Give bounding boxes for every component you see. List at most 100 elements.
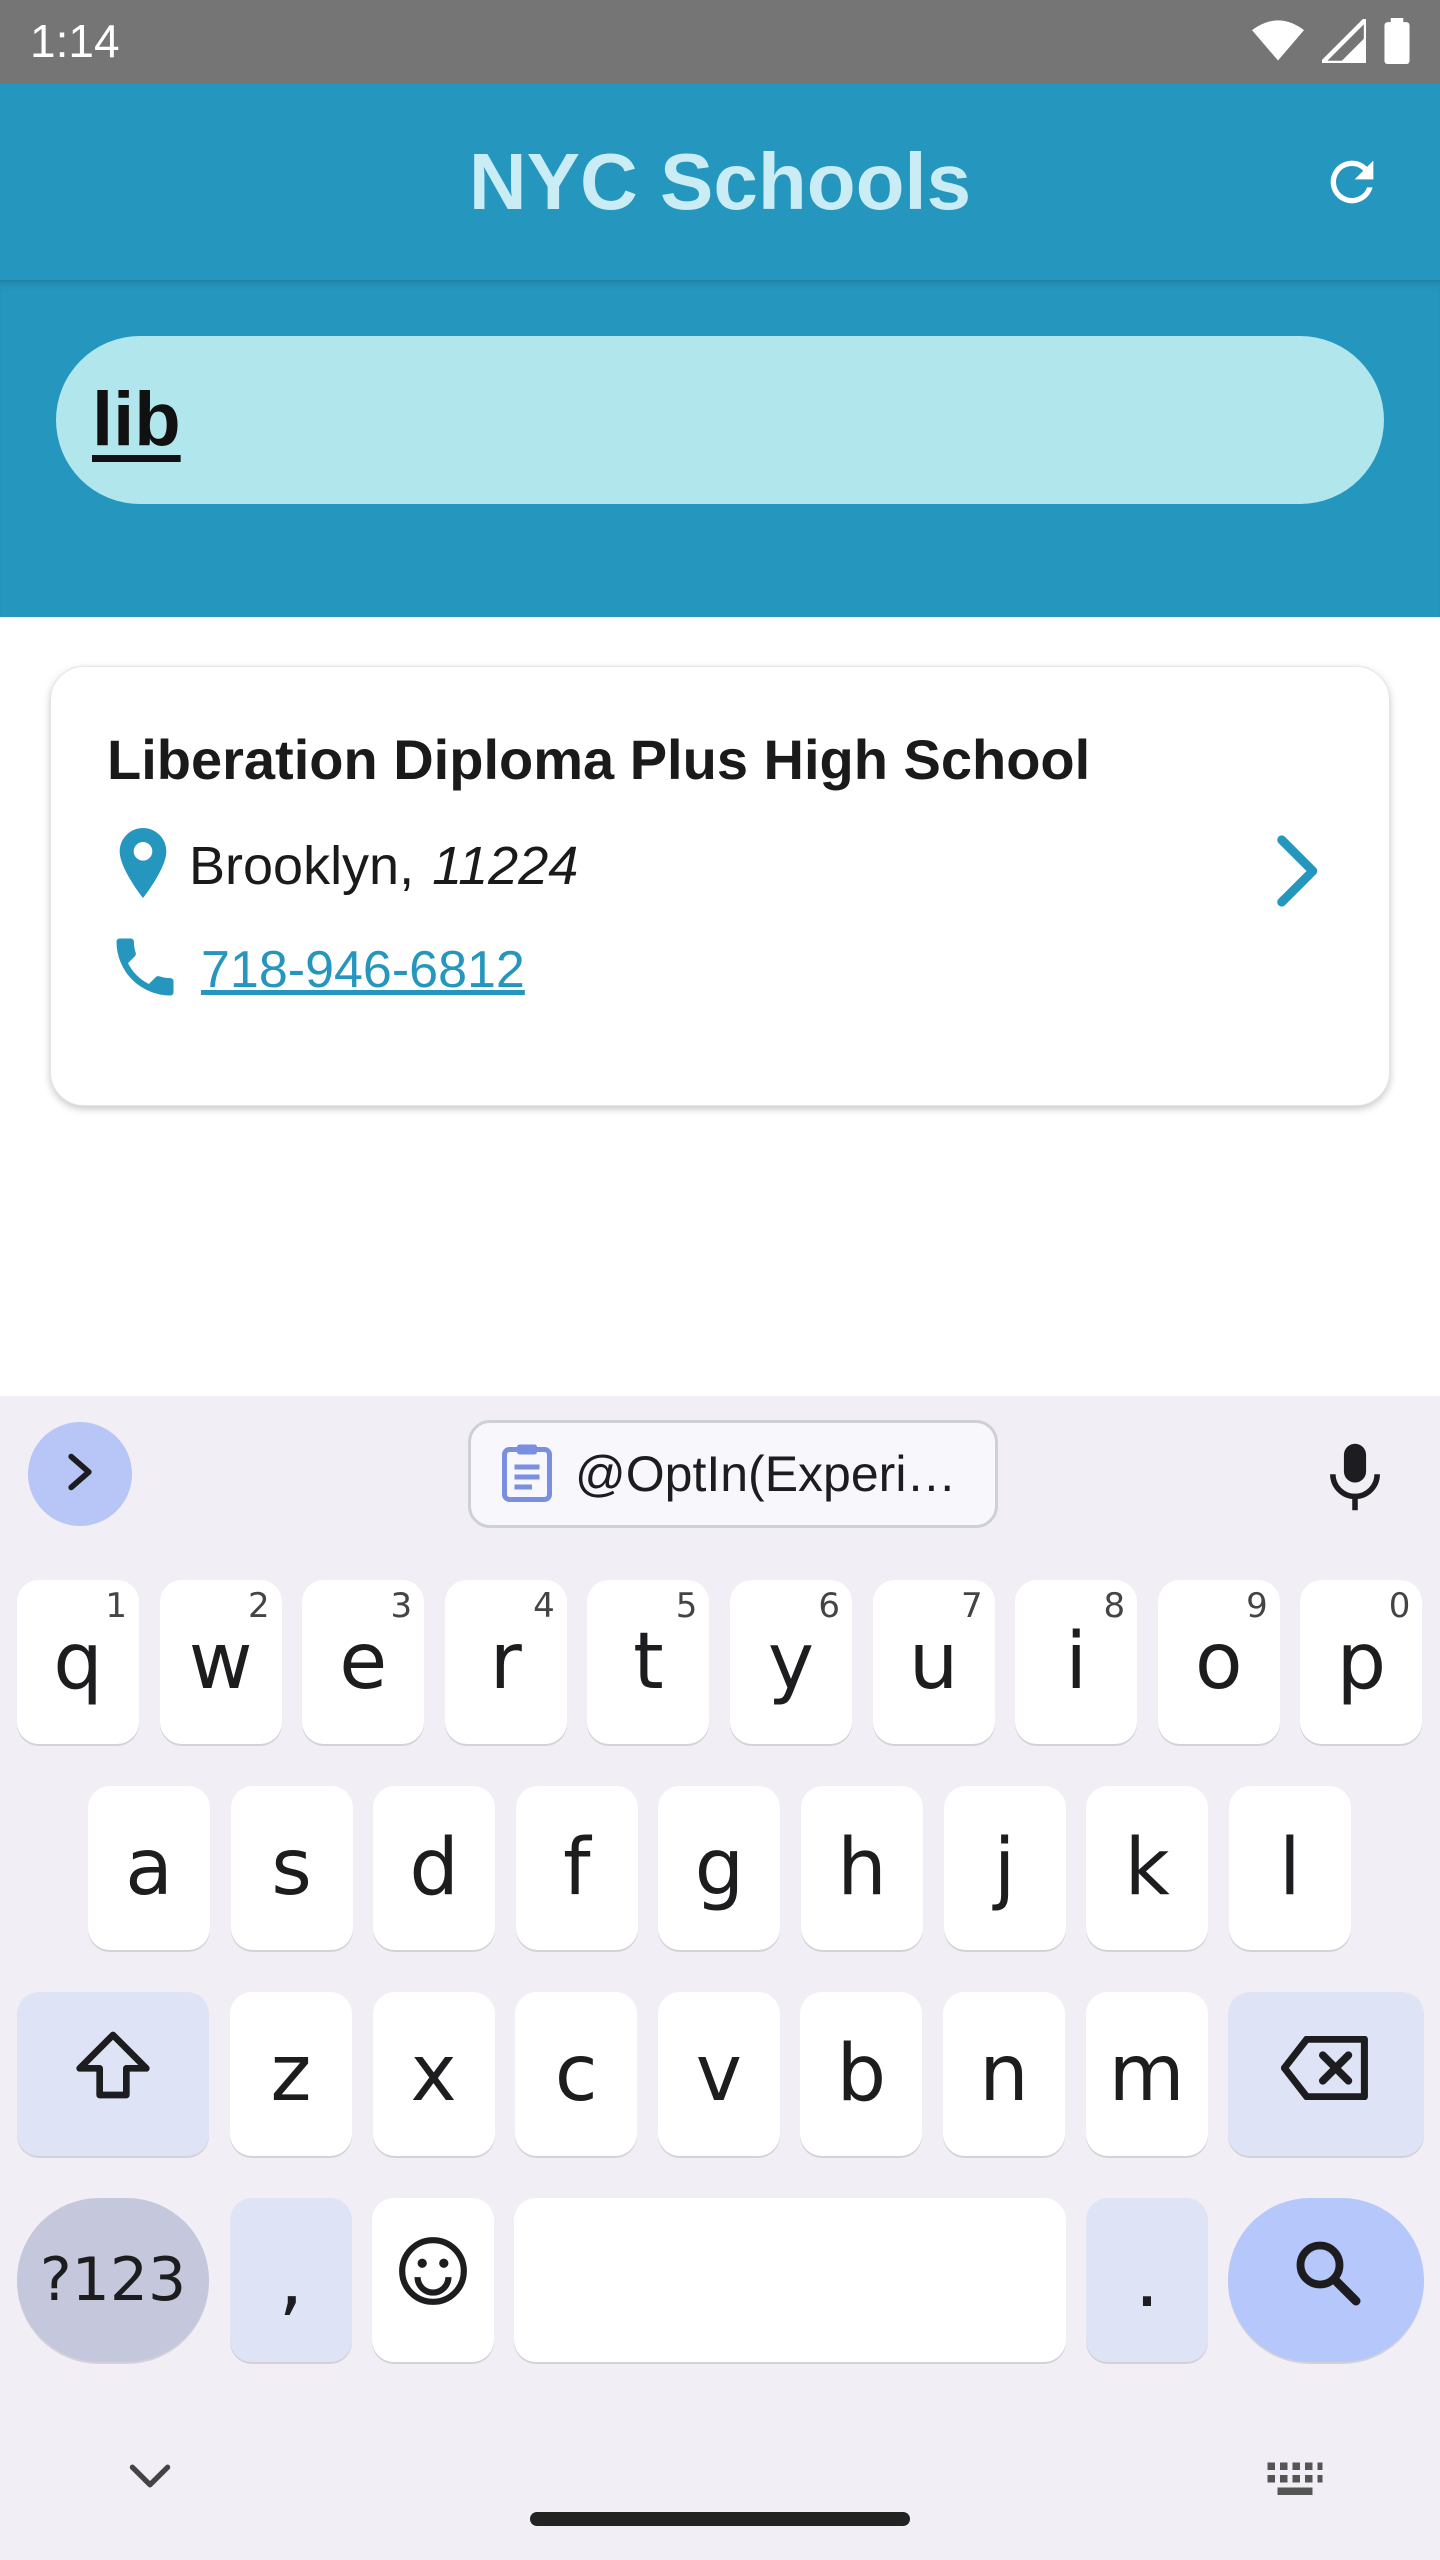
keyboard-expand-button[interactable] <box>28 1422 132 1526</box>
location-pin-icon <box>115 827 171 904</box>
key-u[interactable]: u7 <box>872 1580 995 1744</box>
key-s[interactable]: s <box>230 1786 353 1950</box>
comma-key-label: , <box>278 2235 304 2325</box>
key-t-label: t <box>633 1617 664 1707</box>
battery-icon <box>1384 18 1410 69</box>
key-p-hint: 0 <box>1388 1586 1411 1626</box>
key-d-label: d <box>409 1823 459 1913</box>
key-p[interactable]: p0 <box>1300 1580 1423 1744</box>
search-icon <box>1290 2235 1362 2326</box>
keyboard-expand-icon <box>62 1450 98 1499</box>
signal-icon <box>1316 13 1369 68</box>
keyboard-switch-button[interactable] <box>1250 2452 1340 2512</box>
symbols-key[interactable]: ?123 <box>17 2198 209 2362</box>
search-input-text: lib <box>92 377 181 462</box>
clipboard-suggestion[interactable]: @OptIn(Experi… <box>468 1420 998 1528</box>
school-name: Liberation Diploma Plus High School <box>107 728 1091 791</box>
key-j[interactable]: j <box>943 1786 1066 1950</box>
period-key[interactable]: . <box>1086 2198 1208 2362</box>
wifi-icon <box>1252 19 1304 68</box>
school-zip: 11224 <box>432 835 579 896</box>
key-e-hint: 3 <box>390 1586 413 1626</box>
clipboard-icon <box>501 1442 553 1507</box>
key-y-label: y <box>767 1617 815 1707</box>
key-v-label: v <box>695 2029 742 2119</box>
key-k[interactable]: k <box>1086 1786 1209 1950</box>
key-c-label: c <box>554 2029 598 2119</box>
key-h[interactable]: h <box>801 1786 923 1950</box>
open-school-button[interactable] <box>1259 823 1339 923</box>
clipboard-suggestion-text: @OptIn(Experi… <box>575 1446 957 1502</box>
key-d[interactable]: d <box>373 1786 496 1950</box>
comma-key[interactable]: , <box>230 2198 352 2362</box>
key-t[interactable]: t5 <box>587 1580 710 1744</box>
key-x-label: x <box>410 2029 457 2119</box>
key-w[interactable]: w2 <box>159 1580 282 1744</box>
key-a[interactable]: a <box>88 1786 210 1950</box>
phone-link[interactable]: 718-946-6812 <box>201 940 525 1000</box>
key-v[interactable]: v <box>657 1992 780 2156</box>
key-r[interactable]: r4 <box>444 1580 567 1744</box>
key-i[interactable]: i8 <box>1015 1580 1138 1744</box>
phone-icon <box>107 929 183 1010</box>
school-location: Brooklyn, 11224 <box>115 827 578 904</box>
key-b-label: b <box>836 2029 887 2119</box>
key-r-hint: 4 <box>533 1586 555 1626</box>
key-w-hint: 2 <box>247 1586 270 1626</box>
emoji-icon <box>396 2234 470 2327</box>
key-m-label: m <box>1108 2029 1185 2119</box>
key-r-label: r <box>489 1617 522 1707</box>
key-c[interactable]: c <box>515 1992 638 2156</box>
shift-icon <box>73 2027 153 2122</box>
key-o-label: o <box>1194 1617 1243 1707</box>
school-phone: 718-946-6812 <box>107 929 525 1010</box>
key-f-label: f <box>563 1823 591 1913</box>
key-a-label: a <box>125 1823 173 1913</box>
soft-keyboard: @OptIn(Experi… <box>0 1396 1440 2560</box>
key-m[interactable]: m <box>1085 1992 1208 2156</box>
key-l[interactable]: l <box>1228 1786 1351 1950</box>
refresh-button[interactable] <box>1308 140 1396 228</box>
key-b[interactable]: b <box>800 1992 923 2156</box>
refresh-icon <box>1320 150 1384 219</box>
keyboard-hide-button[interactable] <box>118 2446 182 2510</box>
app-bar: NYC Schools <box>0 84 1440 280</box>
key-s-label: s <box>271 1823 312 1913</box>
key-i-label: i <box>1065 1617 1088 1707</box>
emoji-key[interactable] <box>372 2198 494 2362</box>
key-t-hint: 5 <box>675 1586 698 1626</box>
space-key[interactable] <box>514 2198 1066 2362</box>
voice-input-button[interactable] <box>1310 1434 1400 1524</box>
home-indicator[interactable] <box>530 2512 910 2526</box>
shift-key[interactable] <box>17 1992 209 2156</box>
key-l-label: l <box>1278 1823 1301 1913</box>
key-o[interactable]: o9 <box>1157 1580 1280 1744</box>
key-g-label: g <box>694 1823 745 1913</box>
key-q[interactable]: q1 <box>17 1580 139 1744</box>
key-k-label: k <box>1124 1823 1170 1913</box>
key-g[interactable]: g <box>658 1786 781 1950</box>
page-title: NYC Schools <box>468 137 972 226</box>
key-x[interactable]: x <box>372 1992 495 2156</box>
key-i-hint: 8 <box>1103 1586 1126 1626</box>
key-y[interactable]: y6 <box>730 1580 852 1744</box>
keyboard-toolbar: @OptIn(Experi… <box>0 1396 1440 1556</box>
backspace-key[interactable] <box>1228 1992 1424 2156</box>
key-h-label: h <box>837 1823 887 1913</box>
key-q-hint: 1 <box>105 1586 127 1626</box>
search-input[interactable]: lib <box>56 336 1384 504</box>
chevron-right-icon <box>1274 833 1324 914</box>
key-w-label: w <box>188 1617 253 1707</box>
key-z-label: z <box>270 2029 312 2119</box>
search-key[interactable] <box>1228 2198 1424 2362</box>
school-card[interactable]: Liberation Diploma Plus High School Broo… <box>50 666 1390 1106</box>
key-q-label: q <box>53 1617 103 1707</box>
key-f[interactable]: f <box>515 1786 638 1950</box>
key-j-label: j <box>993 1823 1016 1913</box>
key-e[interactable]: e3 <box>302 1580 425 1744</box>
key-z[interactable]: z <box>230 1992 352 2156</box>
keyboard-hide-icon <box>128 2461 172 2496</box>
status-bar: 1:14 <box>0 0 1440 84</box>
key-u-hint: 7 <box>960 1586 983 1626</box>
key-n[interactable]: n <box>943 1992 1065 2156</box>
